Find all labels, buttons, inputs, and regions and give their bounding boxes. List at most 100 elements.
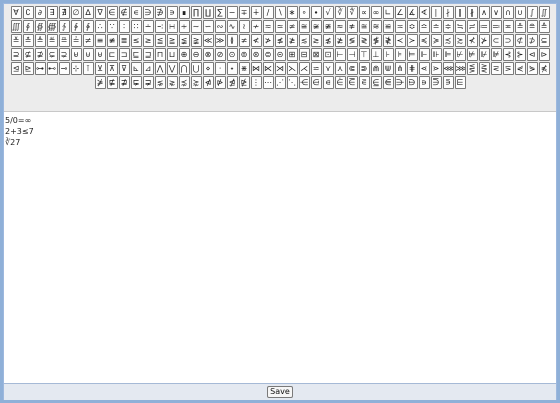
- symbol-button[interactable]: ∶: [118, 20, 130, 33]
- symbol-button[interactable]: ⊞: [286, 48, 298, 61]
- symbol-button[interactable]: ≔: [478, 20, 490, 33]
- symbol-button[interactable]: ⋀: [154, 62, 166, 75]
- symbol-button[interactable]: ∄: [58, 6, 70, 19]
- symbol-button[interactable]: ∯: [34, 20, 46, 33]
- symbol-button[interactable]: ⊎: [94, 48, 106, 61]
- symbol-button[interactable]: ∃: [46, 6, 58, 19]
- symbol-button[interactable]: ⊃: [502, 34, 514, 47]
- symbol-button[interactable]: ⊱: [514, 48, 526, 61]
- symbol-button[interactable]: ⊚: [238, 48, 250, 61]
- symbol-button[interactable]: ⊅: [526, 34, 538, 47]
- symbol-button[interactable]: ⋅: [214, 62, 226, 75]
- symbol-button[interactable]: ∥: [454, 6, 466, 19]
- symbol-button[interactable]: ∿: [226, 20, 238, 33]
- symbol-button[interactable]: ⋎: [322, 62, 334, 75]
- symbol-button[interactable]: ⋆: [226, 62, 238, 75]
- symbol-button[interactable]: ⋃: [190, 62, 202, 75]
- symbol-button[interactable]: ⋮: [250, 76, 262, 89]
- symbol-button[interactable]: ≵: [334, 34, 346, 47]
- symbol-button[interactable]: ⋉: [262, 62, 274, 75]
- symbol-button[interactable]: ⋰: [274, 76, 286, 89]
- symbol-button[interactable]: ≜: [34, 34, 46, 47]
- symbol-button[interactable]: ∴: [94, 20, 106, 33]
- symbol-button[interactable]: ⋍: [310, 62, 322, 75]
- symbol-button[interactable]: ∩: [502, 6, 514, 19]
- symbol-button[interactable]: ∦: [466, 6, 478, 19]
- symbol-button[interactable]: ⋪: [202, 76, 214, 89]
- symbol-button[interactable]: ⋞: [514, 62, 526, 75]
- symbol-button[interactable]: ⋇: [238, 62, 250, 75]
- symbol-button[interactable]: ∘: [298, 6, 310, 19]
- symbol-button[interactable]: ⊸: [58, 62, 70, 75]
- symbol-button[interactable]: ≁: [250, 20, 262, 33]
- symbol-button[interactable]: ∤: [442, 6, 454, 19]
- symbol-button[interactable]: ⊍: [82, 48, 94, 61]
- symbol-button[interactable]: ∗: [286, 6, 298, 19]
- symbol-button[interactable]: ⋡: [94, 76, 106, 89]
- symbol-button[interactable]: ∧: [478, 6, 490, 19]
- symbol-button[interactable]: ≼: [418, 34, 430, 47]
- symbol-button[interactable]: ⊖: [190, 48, 202, 61]
- symbol-button[interactable]: ⊐: [118, 48, 130, 61]
- symbol-button[interactable]: ⊏: [106, 48, 118, 61]
- symbol-button[interactable]: ⋶: [346, 76, 358, 89]
- symbol-button[interactable]: ⊺: [82, 62, 94, 75]
- symbol-button[interactable]: ∎: [178, 6, 190, 19]
- symbol-button[interactable]: ⊶: [34, 62, 46, 75]
- symbol-button[interactable]: ⋵: [334, 76, 346, 89]
- symbol-button[interactable]: ≝: [46, 34, 58, 47]
- symbol-button[interactable]: ⊠: [310, 48, 322, 61]
- symbol-button[interactable]: ⊽: [118, 62, 130, 75]
- symbol-button[interactable]: ⋹: [382, 76, 394, 89]
- symbol-button[interactable]: ⋦: [154, 76, 166, 89]
- symbol-button[interactable]: ≮: [250, 34, 262, 47]
- symbol-button[interactable]: ⋢: [106, 76, 118, 89]
- symbol-button[interactable]: −: [226, 6, 238, 19]
- symbol-button[interactable]: ⊔: [166, 48, 178, 61]
- symbol-button[interactable]: ≶: [346, 34, 358, 47]
- symbol-button[interactable]: ⋈: [250, 62, 262, 75]
- symbol-button[interactable]: ⊇: [10, 48, 22, 61]
- symbol-button[interactable]: ∋: [142, 6, 154, 19]
- symbol-button[interactable]: ≖: [502, 20, 514, 33]
- symbol-button[interactable]: ∓: [238, 6, 250, 19]
- symbol-button[interactable]: ≨: [178, 34, 190, 47]
- symbol-button[interactable]: ∬: [538, 6, 550, 19]
- symbol-button[interactable]: ≾: [442, 34, 454, 47]
- symbol-button[interactable]: ≺: [394, 34, 406, 47]
- symbol-button[interactable]: ∟: [382, 6, 394, 19]
- symbol-button[interactable]: ∢: [418, 6, 430, 19]
- symbol-button[interactable]: ⊑: [130, 48, 142, 61]
- symbol-button[interactable]: ⋼: [418, 76, 430, 89]
- symbol-button[interactable]: ≟: [70, 34, 82, 47]
- symbol-button[interactable]: ⊯: [490, 48, 502, 61]
- symbol-button[interactable]: ⋣: [118, 76, 130, 89]
- symbol-button[interactable]: ≕: [490, 20, 502, 33]
- symbol-button[interactable]: ≚: [10, 34, 22, 47]
- symbol-button[interactable]: ≞: [58, 34, 70, 47]
- symbol-button[interactable]: ⊆: [538, 34, 550, 47]
- symbol-button[interactable]: ⊧: [394, 48, 406, 61]
- symbol-button[interactable]: ∐: [202, 6, 214, 19]
- symbol-button[interactable]: ⊾: [130, 62, 142, 75]
- symbol-button[interactable]: ≊: [358, 20, 370, 33]
- symbol-button[interactable]: ⊂: [490, 34, 502, 47]
- symbol-button[interactable]: ≱: [286, 34, 298, 47]
- symbol-button[interactable]: ∰: [46, 20, 58, 33]
- symbol-button[interactable]: ≀: [238, 20, 250, 33]
- symbol-button[interactable]: ≗: [514, 20, 526, 33]
- symbol-button[interactable]: ⋘: [442, 62, 454, 75]
- symbol-button[interactable]: ⊙: [226, 48, 238, 61]
- symbol-button[interactable]: ∸: [142, 20, 154, 33]
- symbol-button[interactable]: ⋤: [130, 76, 142, 89]
- symbol-button[interactable]: ≴: [322, 34, 334, 47]
- symbol-button[interactable]: ⊫: [442, 48, 454, 61]
- symbol-button[interactable]: ≩: [190, 34, 202, 47]
- symbol-button[interactable]: ≛: [22, 34, 34, 47]
- symbol-button[interactable]: ∏: [190, 6, 202, 19]
- symbol-button[interactable]: ⊻: [94, 62, 106, 75]
- symbol-button[interactable]: ∨: [490, 6, 502, 19]
- symbol-button[interactable]: ⊭: [466, 48, 478, 61]
- symbol-button[interactable]: ≦: [154, 34, 166, 47]
- symbol-button[interactable]: ∺: [166, 20, 178, 33]
